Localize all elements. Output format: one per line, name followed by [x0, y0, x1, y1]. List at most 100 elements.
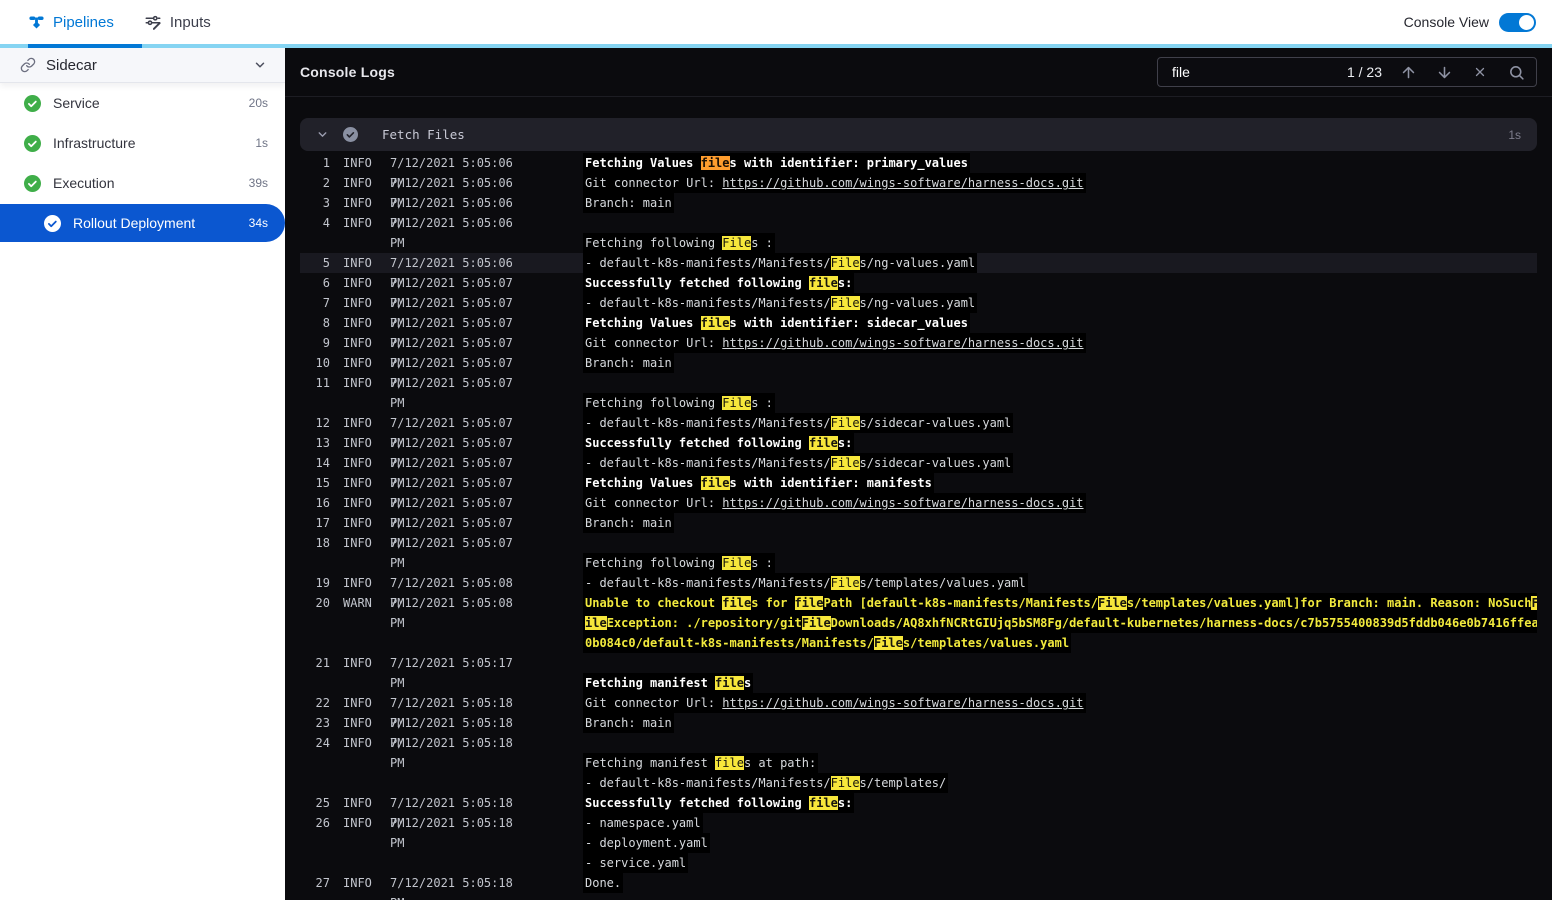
log-row[interactable]: 8 INFO 7/12/2021 5:05:07 PM Fetching Values…: [300, 313, 1537, 350]
log-row[interactable]: 1 INFO 7/12/2021 5:05:06 PM Fetching Values…: [300, 153, 1537, 190]
search-icon[interactable]: [1504, 64, 1528, 81]
log-timestamp: 7/12/2021 5:05:18 PM: [390, 696, 513, 730]
log-row[interactable]: Fetching manifest files: [300, 673, 1537, 693]
search-match-highlight: File: [830, 416, 860, 430]
log-line-number: [300, 673, 330, 693]
log-row[interactable]: 16 INFO 7/12/2021 5:05:07 PM Git connector …: [300, 493, 1537, 530]
log-timestamp: 7/12/2021 5:05:07 PM: [390, 436, 513, 470]
log-level: INFO: [343, 736, 372, 750]
log-text: Git connector Url:: [585, 176, 723, 190]
sidebar-item-infrastructure[interactable]: Infrastructure 1s: [0, 123, 285, 163]
log-row[interactable]: - default-k8s-manifests/Manifests/Files/…: [300, 773, 1537, 793]
log-text: Exception: ./repository/git: [606, 616, 802, 630]
log-row[interactable]: 20 WARN 7/12/2021 5:05:08 PM Unable to chec…: [300, 593, 1537, 630]
log-row[interactable]: 19 INFO 7/12/2021 5:05:08 PM - default-k8s-…: [300, 573, 1537, 610]
log-row[interactable]: 11 INFO 7/12/2021 5:05:07 PM: [300, 373, 1537, 410]
log-row[interactable]: Fetching following Files :: [300, 233, 1537, 253]
log-row[interactable]: 26 INFO 7/12/2021 5:05:18 PM - namespace.ya…: [300, 813, 1537, 850]
sidebar-item-execution[interactable]: Execution 39s: [0, 163, 285, 203]
log-text: Fetching manifest: [585, 676, 716, 690]
log-text: Fetching Values: [585, 316, 701, 330]
log-row[interactable]: 0b084c0/default-k8s-manifests/Manifests/…: [300, 633, 1537, 653]
log-timestamp: 7/12/2021 5:05:06 PM: [390, 156, 513, 190]
log-row[interactable]: 14 INFO 7/12/2021 5:05:07 PM - default-k8s-…: [300, 453, 1537, 490]
section-duration: 1s: [1508, 127, 1521, 142]
log-link[interactable]: https://github.com/wings-software/harnes…: [722, 176, 1083, 190]
log-row[interactable]: 23 INFO 7/12/2021 5:05:18 PM Branch: main: [300, 713, 1537, 750]
log-row[interactable]: 9 INFO 7/12/2021 5:05:07 PM Git connector U…: [300, 333, 1537, 370]
log-link[interactable]: https://github.com/wings-software/harnes…: [722, 696, 1083, 710]
log-timestamp: 7/12/2021 5:05:07 PM: [390, 516, 513, 550]
log-row[interactable]: 18 INFO 7/12/2021 5:05:07 PM: [300, 533, 1537, 570]
log-level: INFO: [343, 436, 372, 450]
log-row[interactable]: 4 INFO 7/12/2021 5:05:06 PM: [300, 213, 1537, 250]
log-row[interactable]: Fetching following Files :: [300, 553, 1537, 573]
log-line-number: [300, 633, 330, 653]
log-row[interactable]: 2 INFO 7/12/2021 5:05:06 PM Git connector U…: [300, 173, 1537, 210]
log-text: - service.yaml: [585, 856, 687, 870]
log-row[interactable]: 25 INFO 7/12/2021 5:05:18 PM Successfully f…: [300, 793, 1537, 830]
tab-pipelines[interactable]: Pipelines: [28, 0, 114, 44]
toggle-knob: [1519, 14, 1534, 30]
log-section-header[interactable]: Fetch Files 1s: [300, 118, 1537, 151]
log-text: Branch: main: [585, 716, 672, 730]
log-message-text: Branch: main: [583, 193, 674, 213]
log-line-number: 4: [322, 216, 330, 230]
step-label: Execution: [53, 175, 115, 191]
search-input[interactable]: [1170, 63, 1335, 81]
log-message: Fetching following Files :: [583, 393, 1537, 413]
collapse-chevron-icon[interactable]: [316, 128, 329, 141]
log-message-text: Git connector Url: https://github.com/wi…: [583, 693, 1086, 713]
log-message-text: Fetching manifest files at path:: [583, 753, 819, 773]
log-row[interactable]: 7 INFO 7/12/2021 5:05:07 PM - default-k8s-m…: [300, 293, 1537, 330]
log-row[interactable]: 6 INFO 7/12/2021 5:05:07 PM Successfully fe…: [300, 273, 1537, 310]
log-row[interactable]: Fetching manifest files at path:: [300, 753, 1537, 773]
log-timestamp: [390, 773, 533, 793]
log-line-number: [300, 853, 330, 873]
log-row[interactable]: 10 INFO 7/12/2021 5:05:07 PM Branch: main: [300, 353, 1537, 390]
log-message: Git connector Url: https://github.com/wi…: [583, 173, 1537, 193]
log-row[interactable]: 22 INFO 7/12/2021 5:05:18 PM Git connector …: [300, 693, 1537, 730]
log-link[interactable]: https://github.com/wings-software/harnes…: [722, 336, 1083, 350]
log-row[interactable]: 21 INFO 7/12/2021 5:05:17 PM: [300, 653, 1537, 690]
log-row[interactable]: - service.yaml: [300, 853, 1537, 873]
log-link[interactable]: https://github.com/wings-software/harnes…: [722, 496, 1083, 510]
search-match-highlight: F: [1531, 596, 1537, 610]
log-row[interactable]: - deployment.yaml: [300, 833, 1537, 853]
log-text: s with identifier: sidecar_values: [729, 316, 968, 330]
tab-inputs[interactable]: Inputs: [144, 0, 211, 44]
log-text: Fetching following: [585, 396, 723, 410]
sidebar-item-rollout-deployment[interactable]: Rollout Deployment 34s: [0, 204, 285, 242]
log-row[interactable]: 5 INFO 7/12/2021 5:05:06 PM - default-k8s-m…: [300, 253, 1537, 290]
log-line-number: 17: [315, 516, 330, 530]
sidebar-item-service[interactable]: Service 20s: [0, 83, 285, 123]
log-message: Successfully fetched following files:: [583, 273, 1537, 293]
log-text: Fetching Values: [585, 156, 701, 170]
log-row[interactable]: 3 INFO 7/12/2021 5:05:06 PM Branch: main: [300, 193, 1537, 230]
log-text: s/templates/values.yaml: [859, 576, 1026, 590]
log-row[interactable]: ileException: ./repository/gitFileDownlo…: [300, 613, 1537, 633]
log-row[interactable]: 15 INFO 7/12/2021 5:05:07 PM Fetching Value…: [300, 473, 1537, 510]
log-message: Branch: main: [583, 513, 1537, 533]
log-row[interactable]: 17 INFO 7/12/2021 5:05:07 PM Branch: main: [300, 513, 1537, 550]
search-match-highlight: file: [808, 276, 838, 290]
log-row[interactable]: 13 INFO 7/12/2021 5:05:07 PM Successfully f…: [300, 433, 1537, 470]
console-view-toggle[interactable]: [1499, 12, 1536, 32]
log-row[interactable]: 27 INFO 7/12/2021 5:05:18 PM Done.: [300, 873, 1537, 900]
log-timestamp: 7/12/2021 5:05:07 PM: [390, 476, 513, 510]
log-timestamp: [390, 673, 533, 693]
log-line-number: 18: [315, 536, 330, 550]
next-match-button[interactable]: [1432, 64, 1456, 81]
log-message: - default-k8s-manifests/Manifests/Files/…: [583, 453, 1537, 473]
log-row[interactable]: 24 INFO 7/12/2021 5:05:18 PM: [300, 733, 1537, 770]
pipeline-selector[interactable]: Sidecar: [0, 48, 285, 83]
log-level: INFO: [343, 196, 372, 210]
log-row[interactable]: 12 INFO 7/12/2021 5:05:07 PM - default-k8s-…: [300, 413, 1537, 450]
log-level: INFO: [343, 496, 372, 510]
prev-match-button[interactable]: [1396, 64, 1420, 81]
log-text: Git connector Url:: [585, 696, 723, 710]
log-message-text: Branch: main: [583, 353, 674, 373]
close-search-icon[interactable]: [1468, 66, 1492, 78]
chevron-down-icon[interactable]: [253, 58, 267, 72]
log-row[interactable]: Fetching following Files :: [300, 393, 1537, 413]
